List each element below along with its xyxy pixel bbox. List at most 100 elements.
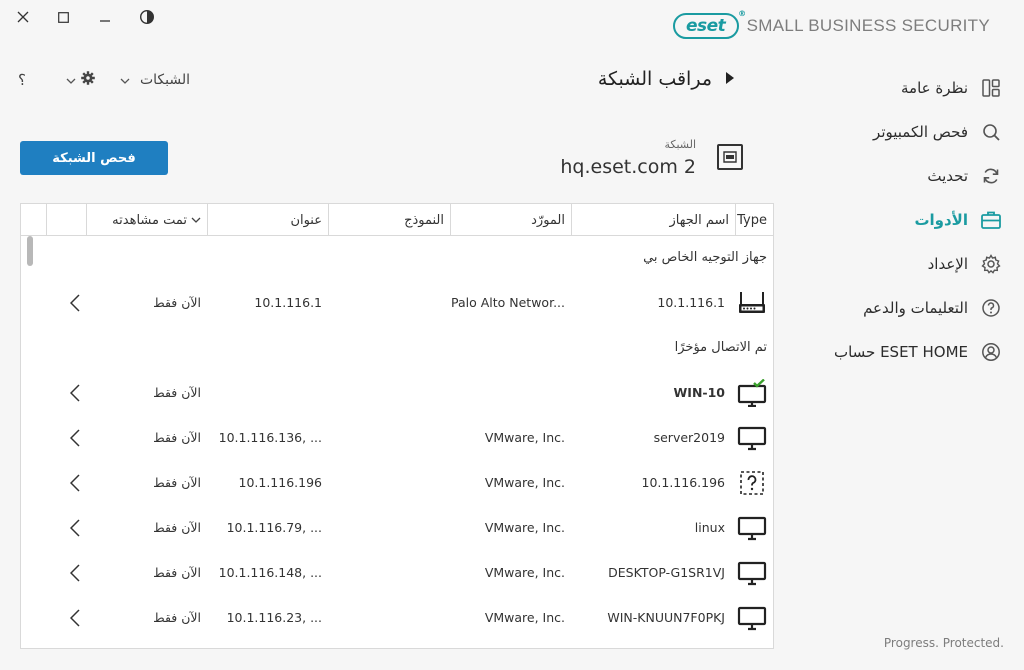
column-last-seen-label: تمت مشاهدته [112,212,187,228]
network-icon [717,144,743,170]
chevron-left-icon[interactable] [65,280,85,325]
page-title-text: مراقب الشبكة [597,68,712,90]
sidebar-item-label: تحديث [927,167,968,185]
chevron-left-icon[interactable] [65,460,85,505]
user-icon [980,341,1002,363]
device-last-seen: الآن فقط [153,610,201,625]
settings-dropdown[interactable] [66,70,96,90]
section-title-my-router: جهاز التوجيه الخاص بي [643,250,767,265]
unknown-device-icon [735,460,769,505]
networks-dropdown[interactable]: الشبكات [120,72,190,88]
networks-label: الشبكات [139,72,191,88]
sidebar-item-label: الأدوات [914,211,968,229]
refresh-icon [980,165,1002,187]
monitor-icon [735,505,769,550]
table-row[interactable]: WIN-KNUUN7F0PKJ VMware, Inc. 10.1.116.23… [21,595,773,640]
device-vendor: VMware, Inc. [484,475,565,490]
column-address[interactable]: عنوان [207,204,328,236]
sidebar-item-help[interactable]: التعليمات والدعم [812,286,1002,330]
sidebar-item-label: الإعداد [927,255,968,273]
devices-table: Type اسم الجهاز المورّد النموذج عنوان تم… [20,203,774,649]
monitor-check-icon [735,370,769,415]
sidebar-item-label: التعليمات والدعم [863,299,968,317]
device-last-seen: الآن فقط [153,385,201,400]
sidebar-item-computer-scan[interactable]: فحص الكمبيوتر [812,110,1002,154]
maximize-icon[interactable] [48,6,78,28]
device-address: 10.1.116.1 [254,295,322,310]
device-vendor: VMware, Inc. [484,610,565,625]
device-address: 10.1.116.136, ... [218,430,322,445]
table-row[interactable]: server2019 VMware, Inc. 10.1.116.136, ..… [21,415,773,460]
sidebar-item-setup[interactable]: الإعداد [812,242,1002,286]
help-icon [980,297,1002,319]
back-arrow-icon[interactable] [726,71,734,87]
column-last-seen[interactable]: تمت مشاهدته [86,204,207,236]
table-row[interactable]: 10.1.116.1 Palo Alto Networ... 10.1.116.… [21,280,773,325]
chevron-down-icon [191,217,201,223]
device-vendor: VMware, Inc. [484,430,565,445]
monitor-icon [735,595,769,640]
device-last-seen: الآن فقط [153,295,201,310]
device-name: linux [694,520,725,535]
device-name: 10.1.116.196 [641,475,726,490]
table-row[interactable]: 10.1.116.196 VMware, Inc. 10.1.116.196 ا… [21,460,773,505]
sidebar-item-eset-home[interactable]: ESET HOME حساب [812,330,1002,374]
device-name: WIN-10 [673,385,725,400]
chevron-left-icon[interactable] [65,550,85,595]
device-address: 10.1.116.79, ... [226,520,322,535]
chevron-down-icon [120,72,130,88]
gear-icon [80,70,96,90]
device-name: WIN-KNUUN7F0PKJ [607,610,725,625]
device-address: 10.1.116.196 [238,475,323,490]
router-icon [735,280,769,325]
contrast-icon[interactable] [132,6,162,28]
device-last-seen: الآن فقط [153,565,201,580]
sidebar-item-label: نظرة عامة [901,79,968,97]
eset-logo: eset ® [672,9,746,39]
sidebar-item-label: فحص الكمبيوتر [873,123,968,141]
sidebar-item-overview[interactable]: نظرة عامة [812,66,1002,110]
device-last-seen: الآن فقط [153,430,201,445]
section-title-recently-connected: تم الاتصال مؤخرًا [674,340,767,355]
column-model[interactable]: النموذج [328,204,450,236]
table-row[interactable]: DESKTOP-G1SR1VJ VMware, Inc. 10.1.116.14… [21,550,773,595]
sidebar-item-label: ESET HOME حساب [833,343,968,361]
device-name: DESKTOP-G1SR1VJ [608,565,725,580]
device-vendor: VMware, Inc. [484,520,565,535]
monitor-icon [735,550,769,595]
chevron-left-icon[interactable] [65,595,85,640]
device-name: 10.1.116.1 [657,295,725,310]
chevron-left-icon[interactable] [65,370,85,415]
close-icon[interactable] [8,6,38,28]
sidebar-item-tools[interactable]: الأدوات [812,198,1002,242]
device-address: 10.1.116.148, ... [218,565,322,580]
overview-icon [980,77,1002,99]
column-type[interactable]: Type [735,204,773,236]
help-button[interactable]: ؟ [18,71,26,89]
network-name: hq.eset.com 2 [560,156,696,178]
device-vendor: Palo Alto Networ... [450,295,565,310]
table-scrollbar[interactable] [27,236,33,266]
device-name: server2019 [653,430,725,445]
table-row[interactable]: WIN-10 الآن فقط [21,370,773,415]
column-vendor[interactable]: المورّد [450,204,571,236]
page-title: مراقب الشبكة [598,68,734,90]
gear-icon [980,253,1002,275]
device-address: 10.1.116.23, ... [226,610,322,625]
sidebar-item-update[interactable]: تحديث [812,154,1002,198]
chevron-left-icon[interactable] [65,415,85,460]
network-label: الشبكة [664,138,696,151]
scan-network-button[interactable]: فحص الشبكة [20,141,168,175]
monitor-icon [735,415,769,460]
product-logo: eset ® SMALL BUSINESS SECURITY [672,9,990,40]
chevron-left-icon[interactable] [65,505,85,550]
table-row[interactable]: linux VMware, Inc. 10.1.116.79, ... الآن… [21,505,773,550]
column-device-name[interactable]: اسم الجهاز [571,204,735,236]
chevron-down-icon [66,72,76,88]
footer-tagline: Progress. Protected. [883,636,1004,650]
minimize-icon[interactable] [90,6,120,28]
column-action [46,204,86,236]
device-last-seen: الآن فقط [153,475,201,490]
device-vendor: VMware, Inc. [484,565,565,580]
toolbox-icon [980,209,1002,231]
